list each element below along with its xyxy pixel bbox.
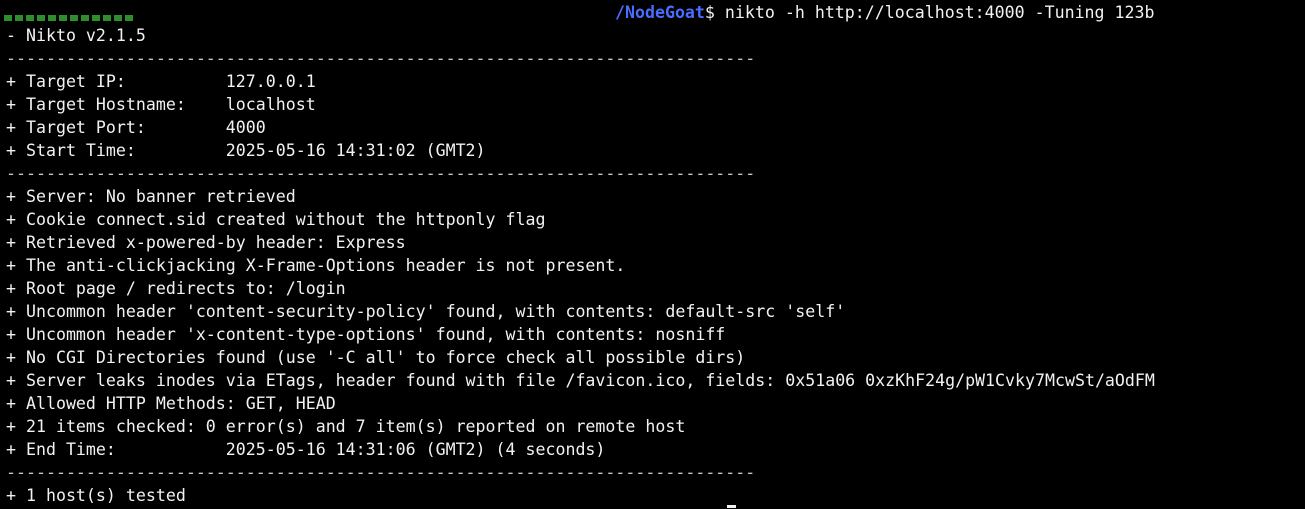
finding-line: + Uncommon header 'x-content-type-option…: [6, 325, 726, 344]
finding-line: + Retrieved x-powered-by header: Express: [6, 233, 406, 252]
separator-line: ----------------------------------------…: [6, 463, 756, 482]
end-time: + End Time: 2025-05-16 14:31:06 (GMT2) (…: [6, 440, 606, 459]
command-text: nikto -h http://localhost:4000 -Tuning 1…: [714, 3, 1155, 22]
finding-line: + Server leaks inodes via ETags, header …: [6, 371, 1155, 390]
finding-line: + The anti-clickjacking X-Frame-Options …: [6, 256, 626, 275]
terminal-window[interactable]: /NodeGoat$ nikto -h http://localhost:400…: [0, 0, 1305, 509]
nikto-version: - Nikto v2.1.5: [6, 26, 146, 45]
separator-line: ----------------------------------------…: [6, 49, 756, 68]
finding-line: + Cookie connect.sid created without the…: [6, 210, 546, 229]
command-line: /NodeGoat$ nikto -h http://localhost:400…: [615, 1, 1155, 24]
finding-line: + Uncommon header 'content-security-poli…: [6, 302, 846, 321]
prompt-redacted-area: [0, 0, 615, 23]
prompt-symbol: $: [704, 3, 715, 22]
finding-line: + Root page / redirects to: /login: [6, 279, 346, 298]
separator-line: ----------------------------------------…: [6, 164, 756, 183]
finding-line: + Server: No banner retrieved: [6, 187, 296, 206]
target-hostname: + Target Hostname: localhost: [6, 95, 316, 114]
target-ip: + Target IP: 127.0.0.1: [6, 72, 316, 91]
finding-line: + Allowed HTTP Methods: GET, HEAD: [6, 394, 336, 413]
finding-line: + No CGI Directories found (use '-C all'…: [6, 348, 746, 367]
start-time: + Start Time: 2025-05-16 14:31:02 (GMT2): [6, 141, 486, 160]
finding-line: + 21 items checked: 0 error(s) and 7 ite…: [6, 417, 686, 436]
prompt-path: /NodeGoat: [615, 3, 705, 22]
prompt-user-host-fragment: [4, 15, 136, 21]
target-port: + Target Port: 4000: [6, 118, 266, 137]
hosts-tested: + 1 host(s) tested: [6, 486, 186, 505]
text-cursor: [727, 505, 736, 508]
